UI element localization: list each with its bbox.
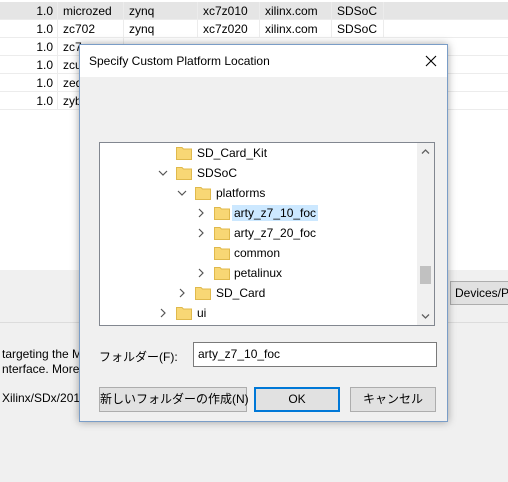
tree-item-label: arty_z7_10_foc <box>232 205 319 221</box>
tree-item-sd-card[interactable]: SD_Card <box>100 283 416 303</box>
tree-item-sdsoc[interactable]: SDSoC <box>100 163 416 183</box>
folder-name-input[interactable]: arty_z7_10_foc <box>193 342 437 367</box>
table-cell-type: SDSoC <box>332 2 384 20</box>
table-row[interactable]: 1.0 zc702 zynq xc7z020 xilinx.com SDSoC <box>0 20 508 38</box>
folder-icon <box>195 287 211 300</box>
tree-item-arty-z7-20-foc[interactable]: arty_z7_20_foc <box>100 223 416 243</box>
table-cell-version: 1.0 <box>0 20 58 38</box>
tree-item-common[interactable]: common <box>100 243 416 263</box>
new-folder-button[interactable]: 新しいフォルダーの作成(N) <box>99 387 249 412</box>
close-icon <box>425 55 437 67</box>
table-cell-part: xc7z020 <box>198 20 260 38</box>
cancel-button[interactable]: キャンセル <box>350 387 436 412</box>
tree-item-sd-card-kit[interactable]: SD_Card_Kit <box>100 143 416 163</box>
table-cell-version: 1.0 <box>0 92 58 110</box>
chevron-right-icon[interactable] <box>195 227 207 239</box>
scroll-thumb[interactable] <box>420 266 431 284</box>
table-cell-vendor: xilinx.com <box>260 20 332 38</box>
chevron-right-icon[interactable] <box>195 267 207 279</box>
tree-item-petalinux[interactable]: petalinux <box>100 263 416 283</box>
table-cell-name: microzed <box>58 2 124 20</box>
tree-item-label: SD_Card_Kit <box>197 146 268 160</box>
table-cell-empty <box>384 2 508 20</box>
dialog-titlebar[interactable]: Specify Custom Platform Location <box>80 45 447 77</box>
chevron-right-icon[interactable] <box>176 287 188 299</box>
tree-item-label: arty_z7_20_foc <box>234 226 317 240</box>
table-cell-version: 1.0 <box>0 38 58 56</box>
chevron-up-icon <box>421 149 430 154</box>
table-cell-name: zc702 <box>58 20 124 38</box>
tree-item-label: SDSoC <box>197 166 238 180</box>
folder-icon <box>214 227 230 240</box>
table-cell-version: 1.0 <box>0 56 58 74</box>
scroll-down-button[interactable] <box>417 308 434 325</box>
close-button[interactable] <box>415 45 447 77</box>
tree-item-platforms[interactable]: platforms <box>100 183 416 203</box>
description-path: Xilinx/SDx/201 <box>2 391 81 405</box>
tree-item-label: SD_Card <box>216 286 266 300</box>
folder-icon <box>195 187 211 200</box>
table-cell-arch: zynq <box>124 2 198 20</box>
folder-browser-dialog: Specify Custom Platform Location SD_Card… <box>79 44 448 422</box>
chevron-right-icon[interactable] <box>157 307 169 319</box>
tree-item-label: common <box>234 246 281 260</box>
tree-item-label: petalinux <box>234 266 283 280</box>
folder-tree[interactable]: SD_Card_Kit SDSoC platforms arty_z7_10_f… <box>99 142 435 326</box>
table-cell-version: 1.0 <box>0 2 58 20</box>
folder-icon <box>176 167 192 180</box>
table-cell-type: SDSoC <box>332 20 384 38</box>
tree-item-ui[interactable]: ui <box>100 303 416 323</box>
chevron-right-icon[interactable] <box>195 207 207 219</box>
table-cell-vendor: xilinx.com <box>260 2 332 20</box>
folder-icon <box>176 147 192 160</box>
folder-icon <box>214 207 230 220</box>
description-line: nterface. More <box>2 362 80 376</box>
tree-scrollbar[interactable] <box>417 143 434 325</box>
table-cell-empty <box>384 20 508 38</box>
table-cell-version: 1.0 <box>0 74 58 92</box>
folder-icon <box>176 307 192 320</box>
ok-button[interactable]: OK <box>254 387 340 412</box>
dialog-title: Specify Custom Platform Location <box>89 54 270 68</box>
table-cell-part: xc7z010 <box>198 2 260 20</box>
scroll-up-button[interactable] <box>417 143 434 160</box>
chevron-down-icon <box>421 314 430 319</box>
table-row[interactable]: 1.0 microzed zynq xc7z010 xilinx.com SDS… <box>0 2 508 20</box>
devices-button[interactable]: Devices/Pl <box>450 281 508 305</box>
chevron-down-icon[interactable] <box>157 167 169 179</box>
tree-item-arty-z7-10-foc[interactable]: arty_z7_10_foc <box>100 203 416 223</box>
tree-item-label: platforms <box>216 186 266 200</box>
table-cell-arch: zynq <box>124 20 198 38</box>
tree-item-label: ui <box>197 306 207 320</box>
description-line: targeting the M <box>2 347 83 361</box>
chevron-down-icon[interactable] <box>176 187 188 199</box>
folder-icon <box>214 267 230 280</box>
folder-icon <box>214 247 230 260</box>
folder-field-label: フォルダー(F): <box>99 350 178 364</box>
